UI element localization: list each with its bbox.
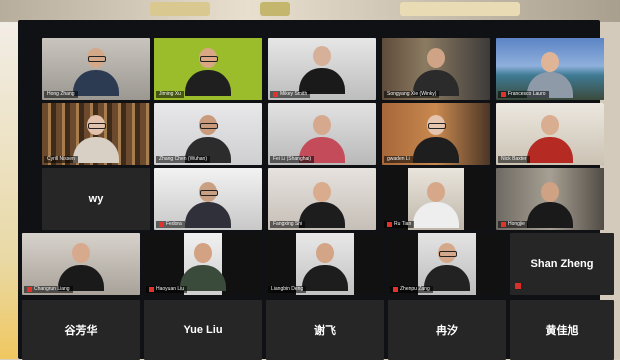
desk-item	[400, 2, 520, 16]
muted-mic-icon	[393, 287, 398, 292]
participant-tile[interactable]: Zhenpu Zang	[388, 233, 506, 295]
participant-name-label: Zhenpu Zang	[390, 286, 433, 293]
participant-tile[interactable]: Changrun Liang	[22, 233, 140, 295]
participant-tile[interactable]: Songyang Xie (Winky)	[382, 38, 490, 100]
participant-tile[interactable]: Hongjie	[496, 168, 604, 230]
muted-mic-icon	[273, 92, 278, 97]
muted-mic-icon	[501, 92, 506, 97]
participant-tile[interactable]: Mikey Smith	[268, 38, 376, 100]
participant-tile[interactable]: gwaden Li	[382, 103, 490, 165]
participant-tile[interactable]: 冉汐	[388, 300, 506, 360]
participant-name-label: 冉汐	[436, 325, 458, 337]
participant-tile[interactable]: Liangbin Deng	[266, 233, 384, 295]
muted-mic-icon	[149, 287, 154, 292]
participant-tile[interactable]: Ru Tian	[382, 168, 490, 230]
participant-name-label: Fedora	[156, 221, 185, 228]
participant-name-label: 谢飞	[314, 325, 336, 337]
participant-name-label: Nick Baxter	[498, 156, 530, 163]
participant-tile[interactable]: Fangxing Shi	[268, 168, 376, 230]
desk-background	[0, 0, 620, 22]
muted-mic-icon	[387, 222, 392, 227]
participant-tile[interactable]: 谷芳华	[22, 300, 140, 360]
desk-item	[150, 2, 210, 16]
desk-item	[260, 2, 290, 16]
participant-tile-active-speaker[interactable]: Jiming Xu	[154, 38, 262, 100]
participant-tile[interactable]: Haoyuan Liu	[144, 233, 262, 295]
muted-mic-icon	[27, 287, 32, 292]
participant-name-label: wy	[88, 193, 104, 205]
participant-tile[interactable]: 黄佳旭	[510, 300, 614, 360]
participant-name-label: 谷芳华	[64, 325, 98, 337]
participant-name-label: Yue Liu	[183, 324, 223, 336]
participant-tile[interactable]: wy	[42, 168, 150, 230]
participant-tile[interactable]: Cyrill Nissen	[42, 103, 150, 165]
participant-name-label: Haoyuan Liu	[146, 286, 188, 293]
muted-mic-icon	[159, 222, 164, 227]
participant-name-label: Ru Tian	[384, 221, 415, 228]
participant-name-label: Fangxing Shi	[270, 221, 306, 228]
wall-background	[0, 22, 18, 359]
participant-name-label: Liangbin Deng	[268, 286, 307, 293]
participant-tile[interactable]: Nick Baxter	[496, 103, 604, 165]
participant-name-label: 黄佳旭	[545, 325, 579, 337]
participant-tile[interactable]: Fei Li (Shanghai)	[268, 103, 376, 165]
muted-mic-icon	[515, 283, 521, 289]
participant-name-label: Hong Zhang	[44, 91, 78, 98]
participant-tile[interactable]: Fedora	[154, 168, 262, 230]
participant-name-label: gwaden Li	[384, 156, 413, 163]
participant-name-label: Zhang Chen (Wuhan)	[156, 156, 210, 163]
participant-name-label: Songyang Xie (Winky)	[384, 91, 440, 98]
participant-name-label: Shan Zheng	[530, 258, 594, 270]
participant-tile[interactable]: 谢飞	[266, 300, 384, 360]
participant-tile[interactable]: Yue Liu	[144, 300, 262, 360]
participant-name-label: Jiming Xu	[156, 91, 184, 98]
participant-name-label: Cyrill Nissen	[44, 156, 78, 163]
participant-tile[interactable]: Francesco Lauro	[496, 38, 604, 100]
participant-name-label: Fei Li (Shanghai)	[270, 156, 315, 163]
participant-tile[interactable]: Hong Zhang	[42, 38, 150, 100]
participant-tile[interactable]: Shan Zheng	[510, 233, 614, 295]
participant-name-label: Changrun Liang	[24, 286, 73, 293]
participant-name-label: Mikey Smith	[270, 91, 311, 98]
muted-mic-icon	[501, 222, 506, 227]
participant-name-label: Francesco Lauro	[498, 91, 549, 98]
participant-tile[interactable]: Zhang Chen (Wuhan)	[154, 103, 262, 165]
participant-name-label: Hongjie	[498, 221, 528, 228]
